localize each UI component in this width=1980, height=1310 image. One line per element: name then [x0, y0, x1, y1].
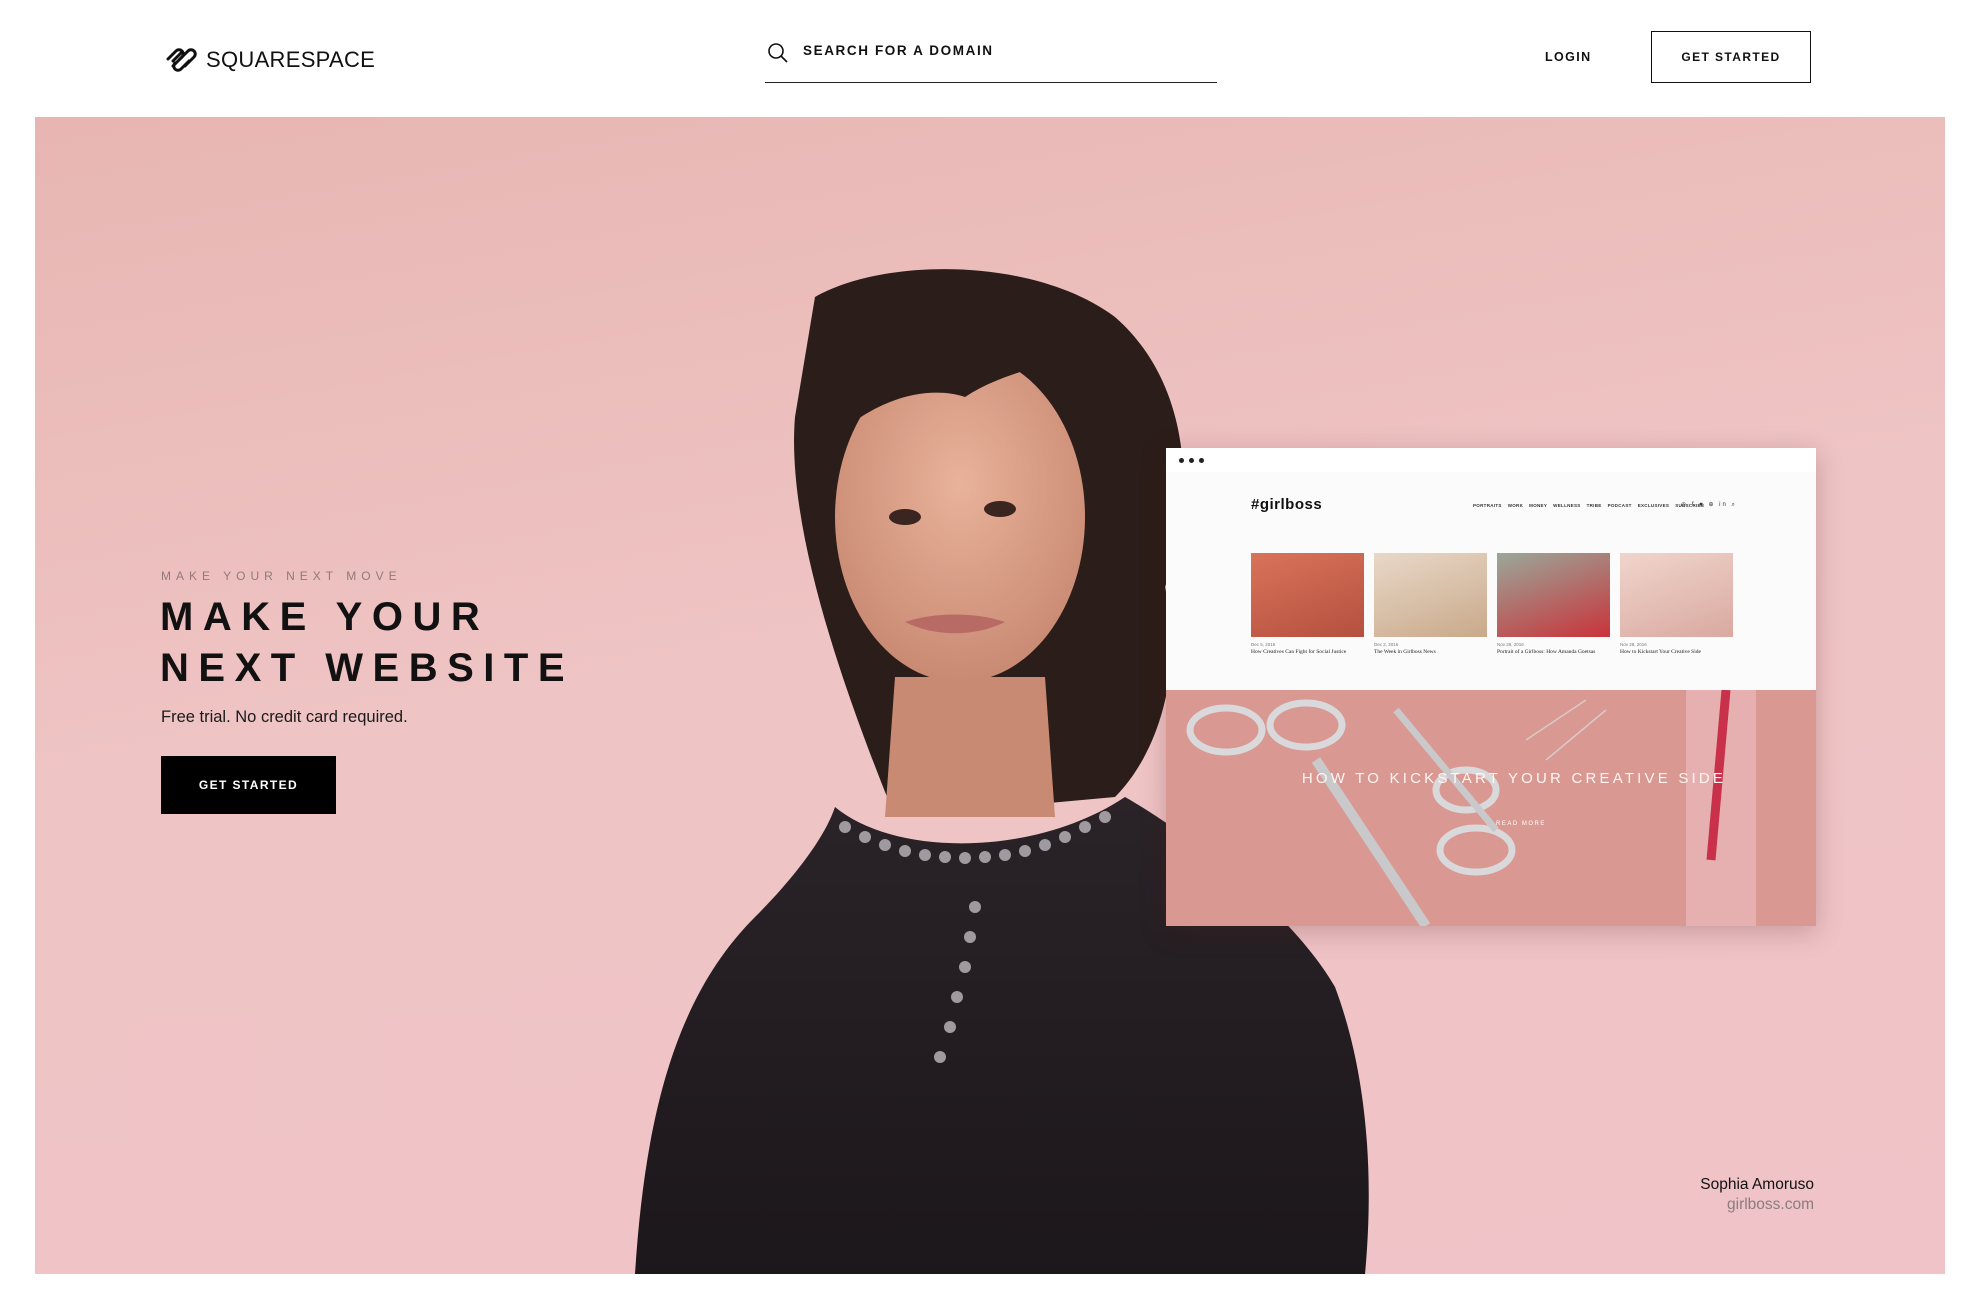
hero-subline: Free trial. No credit card required. — [161, 708, 408, 726]
browser-dot-icon — [1179, 458, 1184, 463]
mock-post-thumbnail — [1497, 553, 1610, 637]
domain-search-input[interactable] — [803, 43, 1203, 58]
featured-site-link[interactable]: girlboss.com — [1727, 1196, 1814, 1214]
mock-site-page: #girlboss PORTRAITS WORK MONEY WELLNESS … — [1166, 472, 1816, 690]
domain-search[interactable] — [765, 38, 1217, 83]
mock-site-nav: PORTRAITS WORK MONEY WELLNESS TRIBE PODC… — [1473, 503, 1704, 508]
mock-post-thumbnail — [1374, 553, 1487, 637]
mock-post-title: How to Kickstart Your Creative Side — [1620, 649, 1701, 655]
hero-eyebrow: MAKE YOUR NEXT MOVE — [161, 569, 402, 583]
mock-post-date: Nov 28, 2016 — [1620, 642, 1647, 647]
search-icon — [768, 43, 788, 63]
mock-post-title: Portrait of a Girlboss: How Amanda Goets… — [1497, 649, 1596, 655]
browser-dot-icon — [1199, 458, 1204, 463]
hero-banner: MAKE YOUR NEXT MOVE MAKE YOUR NEXT WEBSI… — [35, 117, 1945, 1274]
mock-site-logo: #girlboss — [1251, 496, 1323, 513]
mock-nav-item: WELLNESS — [1553, 503, 1581, 508]
get-started-hero-button[interactable]: GET STARTED — [161, 756, 336, 814]
mock-post-thumbnail — [1620, 553, 1733, 637]
hero-headline-line-1: MAKE YOUR — [160, 595, 490, 639]
mock-nav-item: MONEY — [1529, 503, 1548, 508]
logo-text: SQUARESPACE — [206, 47, 376, 72]
mock-feature-link: READ MORE — [1496, 821, 1546, 827]
mock-post-date: Dec 2, 2016 — [1374, 642, 1399, 647]
squarespace-logo[interactable]: SQUARESPACE — [164, 44, 375, 76]
browser-bar — [1166, 448, 1816, 473]
mock-post-date: Nov 29, 2016 — [1497, 642, 1524, 647]
hero-headline-line-2: NEXT WEBSITE — [160, 646, 575, 690]
mock-nav-item: PODCAST — [1607, 503, 1632, 508]
mock-post-title: How Creatives Can Fight for Social Justi… — [1251, 649, 1347, 655]
mock-nav-item: EXCLUSIVES — [1637, 503, 1670, 508]
mock-post-title: The Week in Girlboss News — [1374, 649, 1436, 655]
browser-dot-icon — [1189, 458, 1194, 463]
hero-headline: MAKE YOUR NEXT WEBSITE — [160, 592, 574, 694]
website-preview-mockup: #girlboss PORTRAITS WORK MONEY WELLNESS … — [1166, 448, 1816, 926]
mock-post-date: Dec 5, 2016 — [1251, 642, 1276, 647]
mock-nav-item: TRIBE — [1586, 503, 1602, 508]
get-started-header-button[interactable]: GET STARTED — [1651, 31, 1811, 83]
mock-feature-title: HOW TO KICKSTART YOUR CREATIVE SIDE — [1301, 770, 1727, 787]
mock-feature-image: HOW TO KICKSTART YOUR CREATIVE SIDE READ… — [1166, 690, 1816, 926]
mock-nav-item: PORTRAITS — [1473, 503, 1502, 508]
login-link[interactable]: LOGIN — [1545, 50, 1592, 64]
featured-person-name: Sophia Amoruso — [1700, 1176, 1814, 1193]
scissors-illustration — [1186, 690, 1756, 926]
mock-nav-item: WORK — [1507, 503, 1524, 508]
squarespace-logo-icon — [166, 48, 197, 72]
mock-post-thumbnail — [1251, 553, 1364, 637]
mock-social-icons: ◎ f ♥ ⊕ in ⌕ — [1681, 502, 1737, 508]
